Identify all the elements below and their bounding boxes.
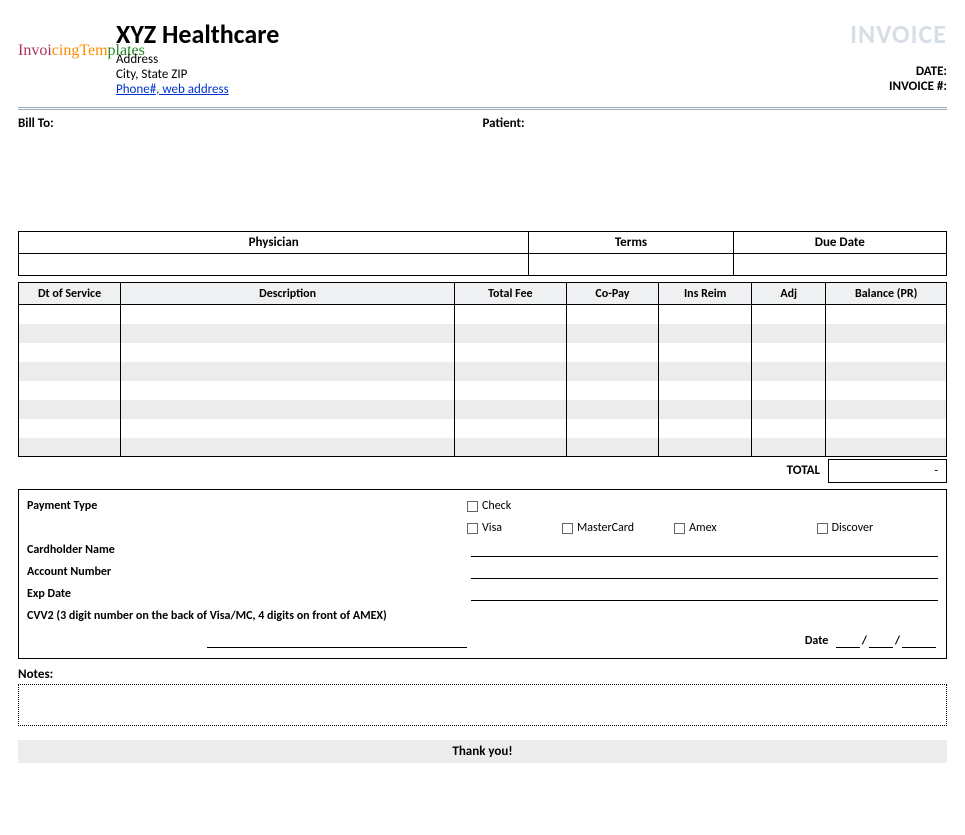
due-date-header: Due Date bbox=[733, 232, 946, 254]
col-description: Description bbox=[121, 283, 455, 305]
col-co-pay: Co-Pay bbox=[566, 283, 659, 305]
payment-date-label: Date bbox=[805, 634, 828, 648]
document-title: INVOICE bbox=[850, 18, 947, 50]
company-address-2: City, State ZIP bbox=[116, 67, 850, 82]
account-number-field[interactable] bbox=[471, 565, 938, 579]
line-item-row[interactable] bbox=[19, 305, 947, 324]
col-balance-pr: Balance (PR) bbox=[826, 283, 947, 305]
checkbox-icon bbox=[817, 523, 828, 534]
line-item-row[interactable] bbox=[19, 438, 947, 457]
total-label: TOTAL bbox=[728, 459, 828, 483]
line-item-row[interactable] bbox=[19, 324, 947, 343]
date-segment[interactable] bbox=[869, 647, 893, 648]
summary-table: Physician Terms Due Date bbox=[18, 231, 947, 276]
physician-cell[interactable] bbox=[19, 254, 529, 276]
line-item-row[interactable] bbox=[19, 400, 947, 419]
bill-to-label: Bill To: bbox=[18, 116, 483, 131]
payment-type-label: Payment Type bbox=[27, 499, 467, 513]
patient-label: Patient: bbox=[483, 116, 948, 131]
notes-label: Notes: bbox=[18, 667, 947, 682]
check-option[interactable]: Check bbox=[467, 499, 511, 513]
cardholder-name-field[interactable] bbox=[471, 543, 938, 557]
checkbox-icon bbox=[467, 523, 478, 534]
checkbox-icon bbox=[467, 501, 478, 512]
col-dt-of-service: Dt of Service bbox=[19, 283, 121, 305]
line-item-row[interactable] bbox=[19, 381, 947, 400]
col-adj: Adj bbox=[752, 283, 826, 305]
terms-cell[interactable] bbox=[529, 254, 733, 276]
account-number-label: Account Number bbox=[27, 565, 467, 579]
discover-option[interactable]: Discover bbox=[817, 521, 874, 535]
date-segment[interactable] bbox=[902, 647, 936, 648]
exp-date-field[interactable] bbox=[471, 587, 938, 601]
mastercard-option[interactable]: MasterCard bbox=[562, 521, 634, 535]
header-rule bbox=[18, 107, 947, 110]
visa-option[interactable]: Visa bbox=[467, 521, 502, 535]
total-value: - bbox=[828, 459, 947, 483]
cardholder-name-label: Cardholder Name bbox=[27, 543, 467, 557]
footer-message: Thank you! bbox=[18, 740, 947, 763]
exp-date-label: Exp Date bbox=[27, 587, 467, 601]
line-item-row[interactable] bbox=[19, 343, 947, 362]
company-contact-link[interactable]: Phone#, web address bbox=[116, 82, 229, 97]
invoice-number-label: INVOICE #: bbox=[850, 79, 947, 94]
date-segment[interactable] bbox=[836, 647, 860, 648]
col-total-fee: Total Fee bbox=[455, 283, 566, 305]
col-ins-reim: Ins Reim bbox=[659, 283, 752, 305]
line-items-table: Dt of Service Description Total Fee Co-P… bbox=[18, 282, 947, 457]
due-date-cell[interactable] bbox=[733, 254, 946, 276]
date-label: DATE: bbox=[850, 64, 947, 79]
checkbox-icon bbox=[674, 523, 685, 534]
terms-header: Terms bbox=[529, 232, 733, 254]
payment-section: Payment Type Check Visa MasterCard Amex … bbox=[18, 489, 947, 659]
signature-line[interactable] bbox=[207, 634, 467, 648]
cvv2-label: CVV2 (3 digit number on the back of Visa… bbox=[27, 609, 387, 623]
company-address-1: Address bbox=[116, 52, 850, 67]
amex-option[interactable]: Amex bbox=[674, 521, 717, 535]
logo: InvoicingTemplates bbox=[18, 42, 108, 82]
company-name: XYZ Healthcare bbox=[116, 18, 850, 50]
notes-field[interactable] bbox=[18, 684, 947, 726]
line-item-row[interactable] bbox=[19, 419, 947, 438]
checkbox-icon bbox=[562, 523, 573, 534]
line-item-row[interactable] bbox=[19, 362, 947, 381]
physician-header: Physician bbox=[19, 232, 529, 254]
